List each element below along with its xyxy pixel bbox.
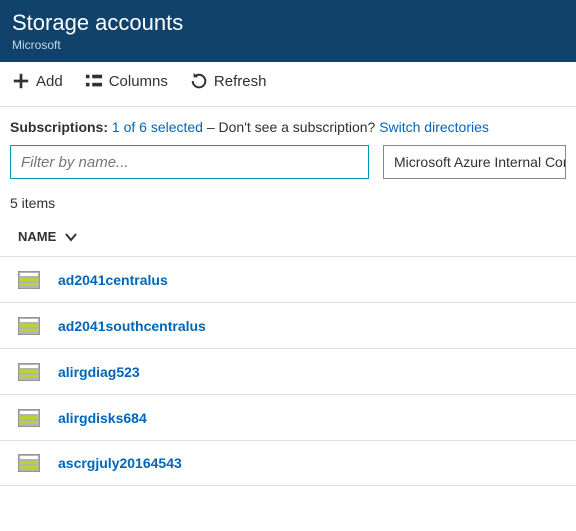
storage-account-name: ad2041southcentralus [58, 318, 206, 334]
storage-account-name: ad2041centralus [58, 272, 168, 288]
storage-account-icon [18, 317, 40, 335]
columns-button[interactable]: Columns [85, 72, 168, 90]
columns-icon [85, 72, 103, 90]
subscription-dropdown[interactable]: Microsoft Azure Internal Consumption [383, 145, 566, 179]
table-row[interactable]: alirgdiag523 [0, 348, 576, 394]
refresh-label: Refresh [214, 73, 267, 90]
switch-directories-link[interactable]: Switch directories [379, 119, 489, 135]
subscriptions-hint: – Don't see a subscription? [203, 119, 379, 135]
columns-label: Columns [109, 73, 168, 90]
refresh-button[interactable]: Refresh [190, 72, 267, 90]
page-header: Storage accounts Microsoft [0, 0, 576, 62]
table-row[interactable]: ad2041southcentralus [0, 302, 576, 348]
refresh-icon [190, 72, 208, 90]
storage-account-name: alirgdiag523 [58, 364, 140, 380]
item-count: 5 items [0, 191, 576, 221]
subscriptions-selected-link[interactable]: 1 of 6 selected [112, 119, 203, 135]
plus-icon [12, 72, 30, 90]
page-subtitle: Microsoft [12, 38, 564, 52]
chevron-down-icon [64, 230, 78, 244]
storage-account-icon [18, 409, 40, 427]
filters-row: Microsoft Azure Internal Consumption [0, 145, 576, 191]
storage-account-name: alirgdisks684 [58, 410, 147, 426]
storage-account-icon [18, 271, 40, 289]
storage-account-icon [18, 363, 40, 381]
filter-by-name-input[interactable] [10, 145, 369, 179]
page-title: Storage accounts [12, 10, 564, 36]
subscriptions-label: Subscriptions: [10, 119, 108, 135]
storage-account-name: ascrgjuly20164543 [58, 455, 182, 471]
add-button[interactable]: Add [12, 72, 63, 90]
storage-account-icon [18, 454, 40, 472]
column-header-name[interactable]: NAME [0, 221, 576, 256]
toolbar: Add Columns Refresh [0, 62, 576, 107]
add-label: Add [36, 73, 63, 90]
table-row[interactable]: ad2041centralus [0, 256, 576, 302]
column-name-label: NAME [18, 229, 56, 244]
table-row[interactable]: ascrgjuly20164543 [0, 440, 576, 486]
results-list: ad2041centralus ad2041southcentralus alirg… [0, 256, 576, 490]
table-row[interactable]: alirgdisks684 [0, 394, 576, 440]
subscriptions-bar: Subscriptions: 1 of 6 selected – Don't s… [0, 107, 576, 145]
subscription-dropdown-value: Microsoft Azure Internal Consumption [394, 154, 566, 170]
